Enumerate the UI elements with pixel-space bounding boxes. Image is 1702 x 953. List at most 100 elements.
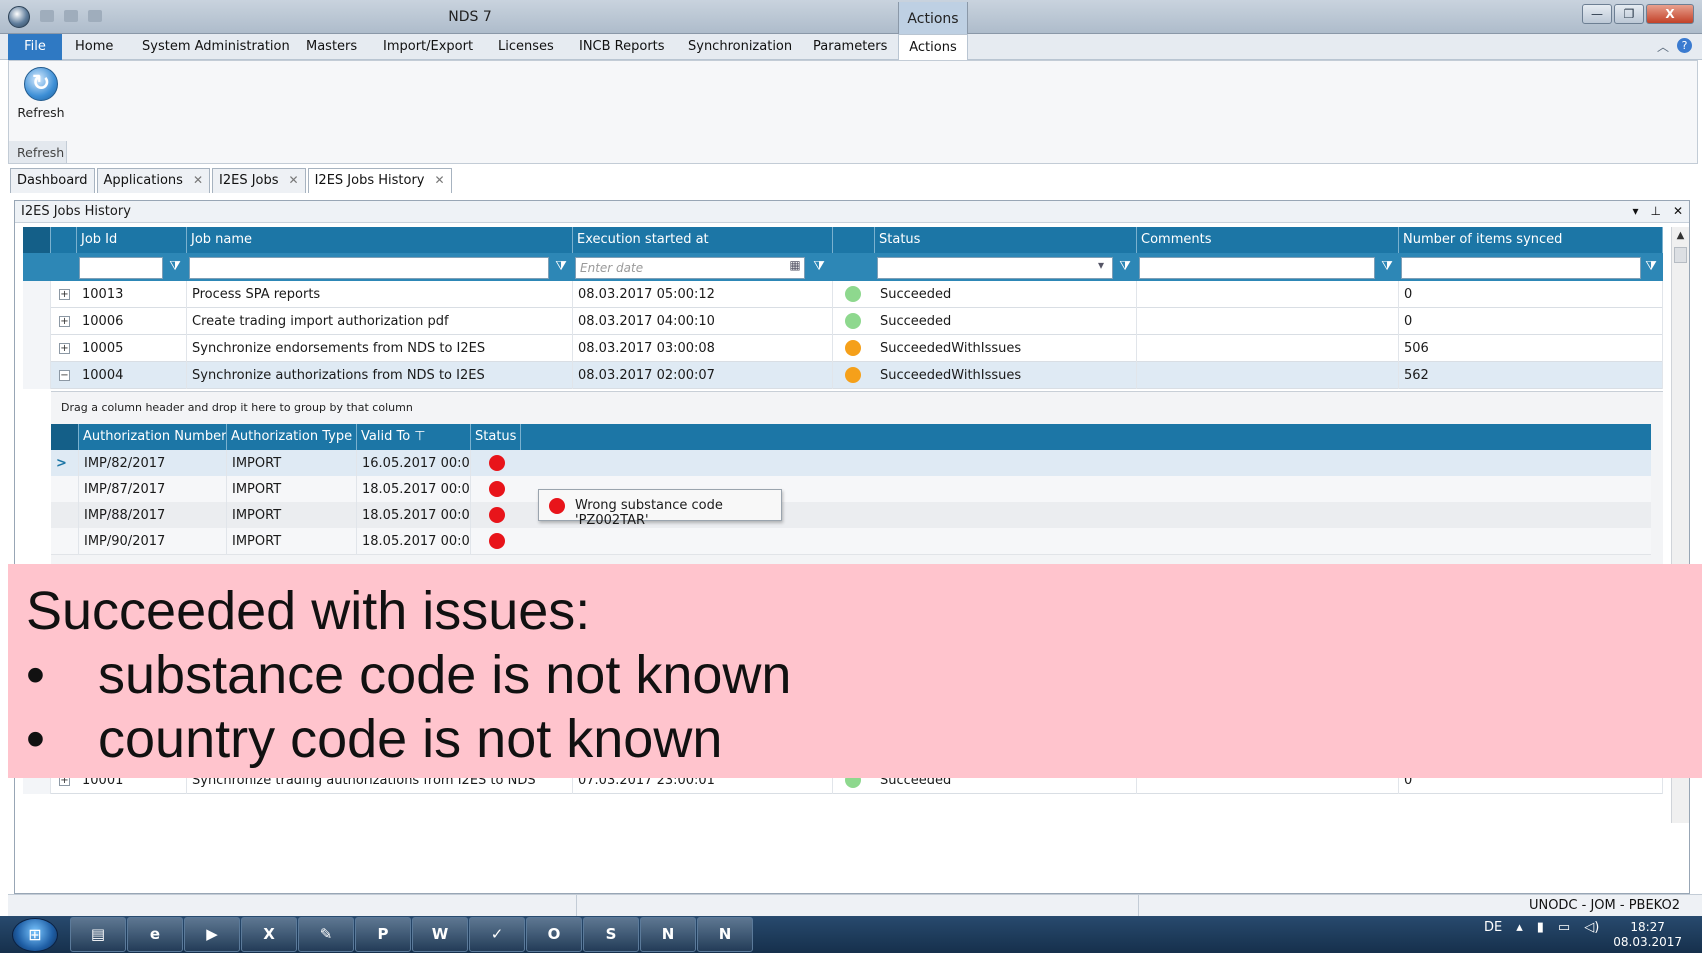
taskbar-outlook-icon[interactable]: O	[526, 917, 582, 952]
date-filter-input[interactable]: Enter date	[575, 257, 805, 279]
column-header-job-id[interactable]: Job Id	[77, 227, 187, 253]
taskbar-nds-icon[interactable]: N	[640, 917, 696, 952]
taskbar-word-icon[interactable]: W	[412, 917, 468, 952]
filter-icon[interactable]: ⧩	[811, 259, 827, 275]
filter-icon[interactable]: ⧩	[1117, 259, 1133, 275]
pin-icon[interactable]: ⊥	[1650, 204, 1660, 218]
comments-filter-input[interactable]	[1139, 257, 1375, 279]
clock[interactable]: 18:27 08.03.2017	[1613, 920, 1682, 950]
tab-system-administration[interactable]: System Administration	[142, 34, 290, 60]
filter-icon[interactable]: ⊤	[414, 429, 425, 444]
refresh-button[interactable]: ↻ Refresh	[13, 65, 69, 131]
error-status-icon[interactable]	[489, 507, 505, 523]
tab-file[interactable]: File	[8, 34, 62, 60]
tray-expand-icon[interactable]: ▴	[1516, 920, 1523, 950]
scroll-up-icon[interactable]: ▲	[1672, 227, 1689, 245]
group-by-panel[interactable]: Drag a column header and drop it here to…	[51, 392, 1663, 422]
taskbar-paint-icon[interactable]: ✎	[298, 917, 354, 952]
collapse-icon[interactable]: −	[59, 370, 70, 381]
doc-tab-i2es-jobs-history[interactable]: I2ES Jobs History ✕	[307, 168, 452, 193]
authorization-row[interactable]: IMP/88/2017IMPORT18.05.2017 00:00:00	[51, 502, 1651, 529]
column-header-job-name[interactable]: Job name	[187, 227, 573, 253]
filter-icon[interactable]: ⧩	[1379, 259, 1395, 275]
redo-icon[interactable]	[88, 10, 102, 22]
column-header-authorization-number[interactable]: Authorization Number ⊤	[79, 424, 227, 450]
doc-tab-i2es-jobs[interactable]: I2ES Jobs ✕	[212, 168, 306, 193]
tab-parameters[interactable]: Parameters	[813, 34, 887, 60]
tab-actions[interactable]: Actions	[898, 34, 968, 60]
close-button[interactable]: X	[1646, 4, 1694, 24]
maximize-button[interactable]: ❐	[1614, 4, 1644, 24]
close-tab-icon[interactable]: ✕	[435, 173, 445, 193]
start-button[interactable]: ⊞	[12, 918, 58, 952]
close-tab-icon[interactable]: ✕	[193, 173, 203, 193]
expand-icon[interactable]: +	[59, 289, 70, 300]
tab-synchronization[interactable]: Synchronization	[688, 34, 792, 60]
column-header-status[interactable]: Status	[875, 227, 1137, 253]
help-icon[interactable]: ?	[1677, 38, 1692, 53]
bullet-mark: •	[26, 709, 45, 769]
volume-icon[interactable]: ◁)	[1584, 920, 1599, 950]
column-header-detail-status[interactable]: Status	[471, 424, 521, 450]
expand-icon[interactable]: +	[59, 316, 70, 327]
job-name-filter-input[interactable]	[189, 257, 549, 279]
error-status-icon[interactable]	[489, 455, 505, 471]
undo-icon[interactable]	[64, 10, 78, 22]
expand-icon[interactable]: +	[59, 343, 70, 354]
status-filter-select[interactable]	[877, 257, 1113, 279]
collapse-ribbon-icon[interactable]: ︿	[1657, 38, 1669, 55]
job-row[interactable]: +10005 Synchronize endorsements from NDS …	[23, 335, 1663, 362]
cell-status: SucceededWithIssues	[875, 362, 1137, 389]
language-indicator[interactable]: DE	[1484, 920, 1502, 950]
save-icon[interactable]	[40, 10, 54, 22]
calendar-icon[interactable]: ▦	[787, 257, 803, 273]
taskbar-excel-icon[interactable]: X	[241, 917, 297, 952]
job-row[interactable]: +10013 Process SPA reports 08.03.2017 05:0…	[23, 281, 1663, 308]
authorization-row[interactable]: IMP/90/2017IMPORT18.05.2017 00:00:00	[51, 528, 1651, 555]
taskbar-skype-icon[interactable]: S	[583, 917, 639, 952]
column-header-execution-started[interactable]: Execution started at	[573, 227, 833, 253]
job-row[interactable]: +10006 Create trading import authorizatio…	[23, 308, 1663, 335]
doc-tab-dashboard[interactable]: Dashboard	[10, 168, 95, 193]
panel-close-icon[interactable]: ✕	[1673, 204, 1683, 218]
error-status-icon[interactable]	[489, 481, 505, 497]
column-header-authorization-type[interactable]: Authorization Type ⊤	[227, 424, 357, 450]
taskbar-explorer-icon[interactable]: ▤	[70, 917, 126, 952]
network-icon[interactable]: ▭	[1558, 920, 1570, 950]
tab-licenses[interactable]: Licenses	[498, 34, 554, 60]
authorization-row[interactable]: >IMP/82/2017IMPORT16.05.2017 00:00:00	[51, 450, 1651, 477]
taskbar-media-player-icon[interactable]: ▶	[184, 917, 240, 952]
close-tab-icon[interactable]: ✕	[289, 173, 299, 193]
power-icon[interactable]: ▮	[1537, 920, 1544, 950]
tab-import-export[interactable]: Import/Export	[383, 34, 473, 60]
doc-tab-applications[interactable]: Applications ✕	[96, 168, 211, 193]
taskbar-nds-icon[interactable]: N	[697, 917, 753, 952]
error-status-icon[interactable]	[489, 533, 505, 549]
column-header-valid-to[interactable]: Valid To ⊤	[357, 424, 471, 450]
filter-icon[interactable]: ⧩	[553, 259, 569, 275]
filter-icon[interactable]: ⧩	[1643, 259, 1659, 275]
cell-status: Succeeded	[875, 281, 1137, 308]
tab-home[interactable]: Home	[75, 34, 113, 60]
scroll-thumb[interactable]	[1674, 247, 1687, 263]
taskbar-internet-explorer-icon[interactable]: e	[127, 917, 183, 952]
ribbon-body: ↻ Refresh Refresh	[8, 60, 1698, 164]
taskbar-powerpoint-icon[interactable]: P	[355, 917, 411, 952]
minimize-button[interactable]: —	[1582, 4, 1612, 24]
column-header-items-synced[interactable]: Number of items synced	[1399, 227, 1663, 253]
job-id-filter-input[interactable]	[79, 257, 163, 279]
current-row-indicator	[51, 528, 79, 555]
tab-masters[interactable]: Masters	[306, 34, 357, 60]
authorization-row[interactable]: IMP/87/2017IMPORT18.05.2017 00:00:00	[51, 476, 1651, 503]
error-status-icon	[549, 498, 565, 514]
column-header-comments[interactable]: Comments	[1137, 227, 1399, 253]
tab-incb-reports[interactable]: INCB Reports	[579, 34, 665, 60]
column-header-status-icon[interactable]	[833, 227, 875, 253]
taskbar-app-icon[interactable]: ✓	[469, 917, 525, 952]
app-menu-icon[interactable]	[8, 6, 30, 28]
filter-icon[interactable]: ⧩	[167, 259, 183, 275]
items-filter-input[interactable]	[1401, 257, 1641, 279]
panel-menu-icon[interactable]: ▾	[1632, 204, 1638, 218]
job-row[interactable]: −10004 Synchronize authorizations from ND…	[23, 362, 1663, 389]
chevron-down-icon[interactable]: ▾	[1093, 257, 1109, 273]
